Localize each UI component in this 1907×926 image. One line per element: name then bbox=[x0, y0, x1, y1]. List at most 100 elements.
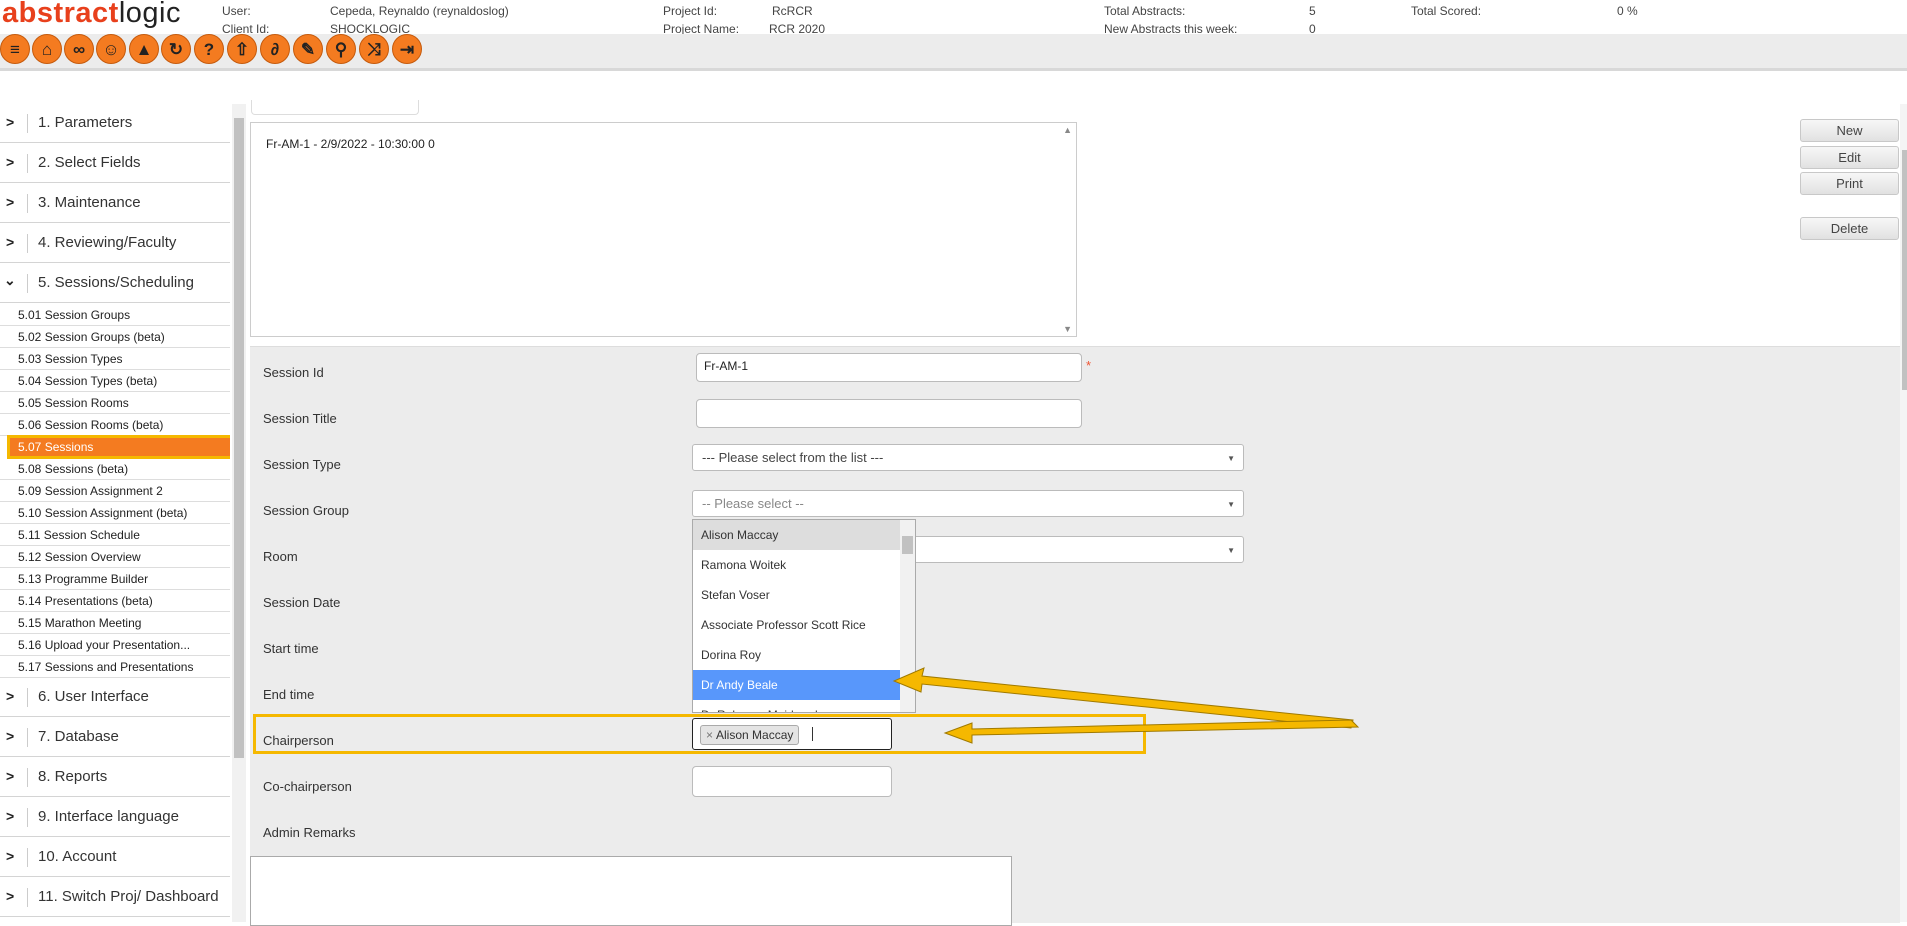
chairperson-option[interactable]: Alison Maccay bbox=[693, 520, 900, 550]
sidebar-section-label: 7. Database bbox=[38, 728, 119, 745]
logout-icon[interactable]: ⇥ bbox=[392, 34, 422, 64]
chevron-right-icon: > bbox=[6, 234, 15, 250]
chevron-right-icon: > bbox=[6, 728, 15, 744]
sidebar-subitem-session-schedule[interactable]: 5.11 Session Schedule bbox=[0, 524, 230, 546]
delete-button[interactable]: Delete bbox=[1800, 217, 1899, 240]
session-list-item[interactable]: Fr-AM-1 - 2/9/2022 - 10:30:00 0 bbox=[266, 137, 435, 151]
home-icon[interactable]: ⌂ bbox=[32, 34, 62, 64]
sidebar-section-sessions[interactable]: ⌄ 5. Sessions/Scheduling bbox=[0, 264, 230, 303]
session-title-input[interactable] bbox=[696, 399, 1082, 428]
cochairperson-label: Co-chairperson bbox=[263, 779, 352, 794]
shuffle-icon[interactable]: ⤨ bbox=[359, 34, 389, 64]
sidebar-section-label: 11. Switch Proj/ Dashboard bbox=[38, 888, 219, 905]
project-id-label: Project Id: bbox=[663, 4, 718, 18]
admin-remarks-textarea[interactable] bbox=[250, 856, 1012, 926]
start-time-label: Start time bbox=[263, 641, 319, 656]
scroll-down-icon[interactable]: ▼ bbox=[1063, 324, 1072, 334]
sidebar-subitem-programme-builder[interactable]: 5.13 Programme Builder bbox=[0, 568, 230, 590]
sidebar-section-user-interface[interactable]: > 6. User Interface bbox=[0, 678, 230, 717]
menu-icon[interactable]: ≡ bbox=[0, 34, 30, 64]
sidebar-section-interface-language[interactable]: > 9. Interface language bbox=[0, 798, 230, 837]
chairperson-option[interactable]: Stefan Voser bbox=[693, 580, 900, 610]
sidebar-subitem-session-assignment-beta[interactable]: 5.10 Session Assignment (beta) bbox=[0, 502, 230, 524]
sidebar-section-label: 2. Select Fields bbox=[38, 154, 141, 171]
session-id-label: Session Id bbox=[263, 365, 324, 380]
scroll-up-icon[interactable]: ▲ bbox=[1063, 125, 1072, 135]
chevron-right-icon: > bbox=[6, 848, 15, 864]
chevron-right-icon: > bbox=[6, 114, 15, 130]
sidebar-subitem-session-assignment-2[interactable]: 5.09 Session Assignment 2 bbox=[0, 480, 230, 502]
project-id-value: RcRCR bbox=[772, 4, 813, 18]
header-separator bbox=[0, 68, 1907, 71]
help-icon[interactable]: ? bbox=[194, 34, 224, 64]
header: abstractlogic User: Cepeda, Reynaldo (re… bbox=[0, 0, 1907, 34]
link-icon[interactable]: ∂ bbox=[260, 34, 290, 64]
sidebar-section-database[interactable]: > 7. Database bbox=[0, 718, 230, 757]
session-form bbox=[250, 346, 1900, 923]
user-label: User: bbox=[222, 4, 251, 18]
refresh-icon[interactable]: ↻ bbox=[161, 34, 191, 64]
sidebar-subitem-session-groups-beta[interactable]: 5.02 Session Groups (beta) bbox=[0, 326, 230, 348]
mountain-icon[interactable]: ▲ bbox=[129, 34, 159, 64]
session-listbox[interactable]: Fr-AM-1 - 2/9/2022 - 10:30:00 0 ▲ ▼ bbox=[250, 122, 1077, 337]
chairperson-option[interactable]: Associate Professor Scott Rice bbox=[693, 610, 900, 640]
filter-box bbox=[251, 100, 419, 115]
sidebar-subitem-session-rooms-beta[interactable]: 5.06 Session Rooms (beta) bbox=[0, 414, 230, 436]
dropdown-scrollbar-thumb[interactable] bbox=[902, 536, 913, 554]
total-abstracts-value: 5 bbox=[1309, 4, 1316, 18]
sidebar-subitem-sessions-active[interactable]: 5.07 Sessions bbox=[7, 435, 230, 459]
sidebar-scrollbar-thumb[interactable] bbox=[234, 118, 244, 758]
session-type-label: Session Type bbox=[263, 457, 341, 472]
sidebar-section-label: 5. Sessions/Scheduling bbox=[38, 274, 194, 291]
total-abstracts-label: Total Abstracts: bbox=[1104, 4, 1186, 18]
print-button[interactable]: Print bbox=[1800, 172, 1899, 195]
sidebar-subitem-session-groups[interactable]: 5.01 Session Groups bbox=[0, 304, 230, 326]
sidebar-section-label: 8. Reports bbox=[38, 768, 108, 785]
edit-button[interactable]: Edit bbox=[1800, 146, 1899, 169]
chairperson-option-highlighted[interactable]: Dr Andy Beale bbox=[693, 670, 900, 700]
sidebar-subitem-sessions-and-presentations[interactable]: 5.17 Sessions and Presentations bbox=[0, 656, 230, 678]
sidebar-subitem-session-rooms[interactable]: 5.05 Session Rooms bbox=[0, 392, 230, 414]
sidebar-section-label: 1. Parameters bbox=[38, 114, 133, 131]
total-scored-value: 0 % bbox=[1617, 4, 1638, 18]
chairperson-option[interactable]: Ramona Woitek bbox=[693, 550, 900, 580]
sidebar-section-reports[interactable]: > 8. Reports bbox=[0, 758, 230, 797]
session-type-select[interactable]: --- Please select from the list --- ▼ bbox=[692, 444, 1244, 471]
chevron-right-icon: > bbox=[6, 194, 15, 210]
remove-tag-icon[interactable]: × bbox=[706, 728, 713, 742]
session-id-input[interactable]: Fr-AM-1 bbox=[696, 353, 1082, 382]
main-scrollbar-thumb[interactable] bbox=[1902, 150, 1907, 390]
sidebar-subitem-session-overview[interactable]: 5.12 Session Overview bbox=[0, 546, 230, 568]
sidebar-subitem-marathon-meeting[interactable]: 5.15 Marathon Meeting bbox=[0, 612, 230, 634]
room-label: Room bbox=[263, 549, 298, 564]
chevron-down-icon: ▼ bbox=[1227, 546, 1235, 555]
new-abstracts-value: 0 bbox=[1309, 22, 1316, 34]
sidebar-subitem-session-types-beta[interactable]: 5.04 Session Types (beta) bbox=[0, 370, 230, 392]
chairperson-option[interactable]: Dorina Roy bbox=[693, 640, 900, 670]
search-icon[interactable]: ⚲ bbox=[326, 34, 356, 64]
cochairperson-input[interactable] bbox=[692, 766, 892, 797]
new-button[interactable]: New bbox=[1800, 119, 1899, 142]
chevron-right-icon: > bbox=[6, 808, 15, 824]
session-group-select[interactable]: -- Please select -- ▼ bbox=[692, 490, 1244, 517]
sidebar-section-switch-project[interactable]: > 11. Switch Proj/ Dashboard bbox=[0, 878, 230, 917]
sidebar-subitem-presentations-beta[interactable]: 5.14 Presentations (beta) bbox=[0, 590, 230, 612]
binoculars-icon[interactable]: ∞ bbox=[64, 34, 94, 64]
sidebar-section-parameters[interactable]: > 1. Parameters bbox=[0, 104, 230, 143]
end-time-label: End time bbox=[263, 687, 315, 702]
upload-icon[interactable]: ⇧ bbox=[227, 34, 257, 64]
sidebar-section-reviewing[interactable]: > 4. Reviewing/Faculty bbox=[0, 224, 230, 263]
sidebar-subitem-sessions-beta[interactable]: 5.08 Sessions (beta) bbox=[0, 458, 230, 480]
sidebar-subitem-upload-presentation[interactable]: 5.16 Upload your Presentation... bbox=[0, 634, 230, 656]
session-group-label: Session Group bbox=[263, 503, 349, 518]
sidebar-section-account[interactable]: > 10. Account bbox=[0, 838, 230, 877]
text-cursor bbox=[812, 727, 813, 741]
annotation-arrows bbox=[892, 667, 1360, 744]
chairperson-option[interactable]: Dr Rebecca Muirhead bbox=[693, 700, 900, 712]
users-icon[interactable]: ☺ bbox=[96, 34, 126, 64]
sidebar-subitem-session-types[interactable]: 5.03 Session Types bbox=[0, 348, 230, 370]
edit-icon[interactable]: ✎ bbox=[293, 34, 323, 64]
app-logo[interactable]: abstractlogic bbox=[2, 0, 181, 28]
sidebar-section-maintenance[interactable]: > 3. Maintenance bbox=[0, 184, 230, 223]
sidebar-section-select-fields[interactable]: > 2. Select Fields bbox=[0, 144, 230, 183]
